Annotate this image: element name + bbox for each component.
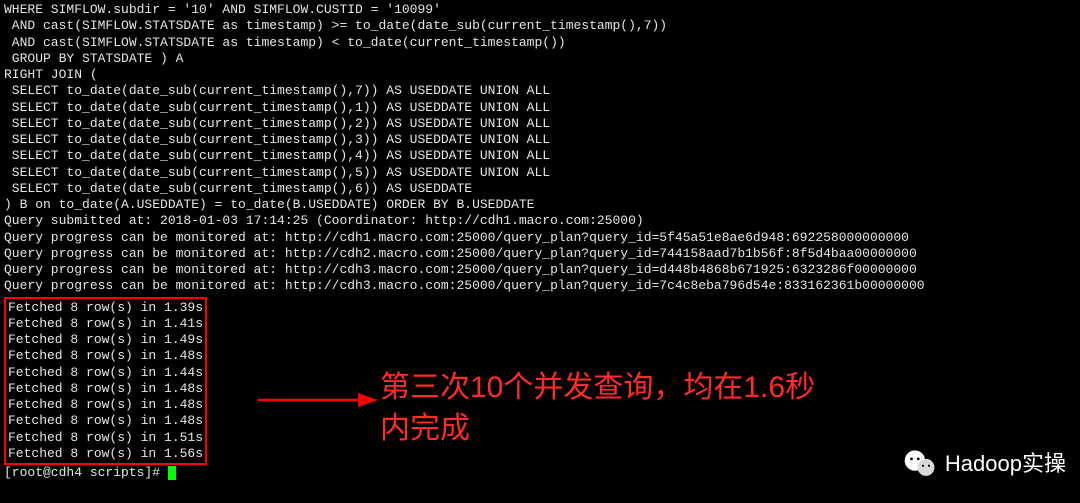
fetched-result-line: Fetched 8 row(s) in 1.41s [8,316,203,332]
terminal-line: WHERE SIMFLOW.subdir = '10' AND SIMFLOW.… [4,2,1076,18]
annotation-line-2: 内完成 [380,409,815,450]
fetched-result-line: Fetched 8 row(s) in 1.49s [8,332,203,348]
terminal-line: SELECT to_date(date_sub(current_timestam… [4,165,1076,181]
terminal-output: WHERE SIMFLOW.subdir = '10' AND SIMFLOW.… [4,2,1076,295]
fetched-result-line: Fetched 8 row(s) in 1.56s [8,446,203,462]
terminal-line: Query progress can be monitored at: http… [4,262,1076,278]
terminal-line: Query submitted at: 2018-01-03 17:14:25 … [4,213,1076,229]
annotation-callout: 第三次10个并发查询，均在1.6秒 内完成 [380,368,815,449]
annotation-arrow [258,390,378,410]
terminal-line: SELECT to_date(date_sub(current_timestam… [4,181,1076,197]
watermark: Hadoop实操 [903,447,1066,481]
terminal-line: SELECT to_date(date_sub(current_timestam… [4,116,1076,132]
terminal-line: SELECT to_date(date_sub(current_timestam… [4,83,1076,99]
fetched-result-line: Fetched 8 row(s) in 1.51s [8,430,203,446]
terminal-line: Query progress can be monitored at: http… [4,278,1076,294]
terminal-line: SELECT to_date(date_sub(current_timestam… [4,100,1076,116]
terminal-line: GROUP BY STATSDATE ) A [4,51,1076,67]
shell-prompt-text: [root@cdh4 scripts]# [4,465,168,480]
terminal-line: Query progress can be monitored at: http… [4,230,1076,246]
fetched-result-line: Fetched 8 row(s) in 1.48s [8,397,203,413]
fetched-result-line: Fetched 8 row(s) in 1.48s [8,381,203,397]
terminal-line: AND cast(SIMFLOW.STATSDATE as timestamp)… [4,35,1076,51]
fetched-results-highlight-box: Fetched 8 row(s) in 1.39sFetched 8 row(s… [4,297,207,466]
terminal-line: RIGHT JOIN ( [4,67,1076,83]
terminal-line: Query progress can be monitored at: http… [4,246,1076,262]
terminal-line: ) B on to_date(A.USEDDATE) = to_date(B.U… [4,197,1076,213]
fetched-result-line: Fetched 8 row(s) in 1.48s [8,413,203,429]
wechat-icon [903,447,937,481]
fetched-result-line: Fetched 8 row(s) in 1.44s [8,365,203,381]
watermark-text: Hadoop实操 [945,450,1066,478]
annotation-line-1: 第三次10个并发查询，均在1.6秒 [380,368,815,409]
cursor [168,466,176,480]
terminal-line: AND cast(SIMFLOW.STATSDATE as timestamp)… [4,18,1076,34]
terminal-line: SELECT to_date(date_sub(current_timestam… [4,132,1076,148]
fetched-result-line: Fetched 8 row(s) in 1.48s [8,348,203,364]
terminal-line: SELECT to_date(date_sub(current_timestam… [4,148,1076,164]
fetched-result-line: Fetched 8 row(s) in 1.39s [8,300,203,316]
